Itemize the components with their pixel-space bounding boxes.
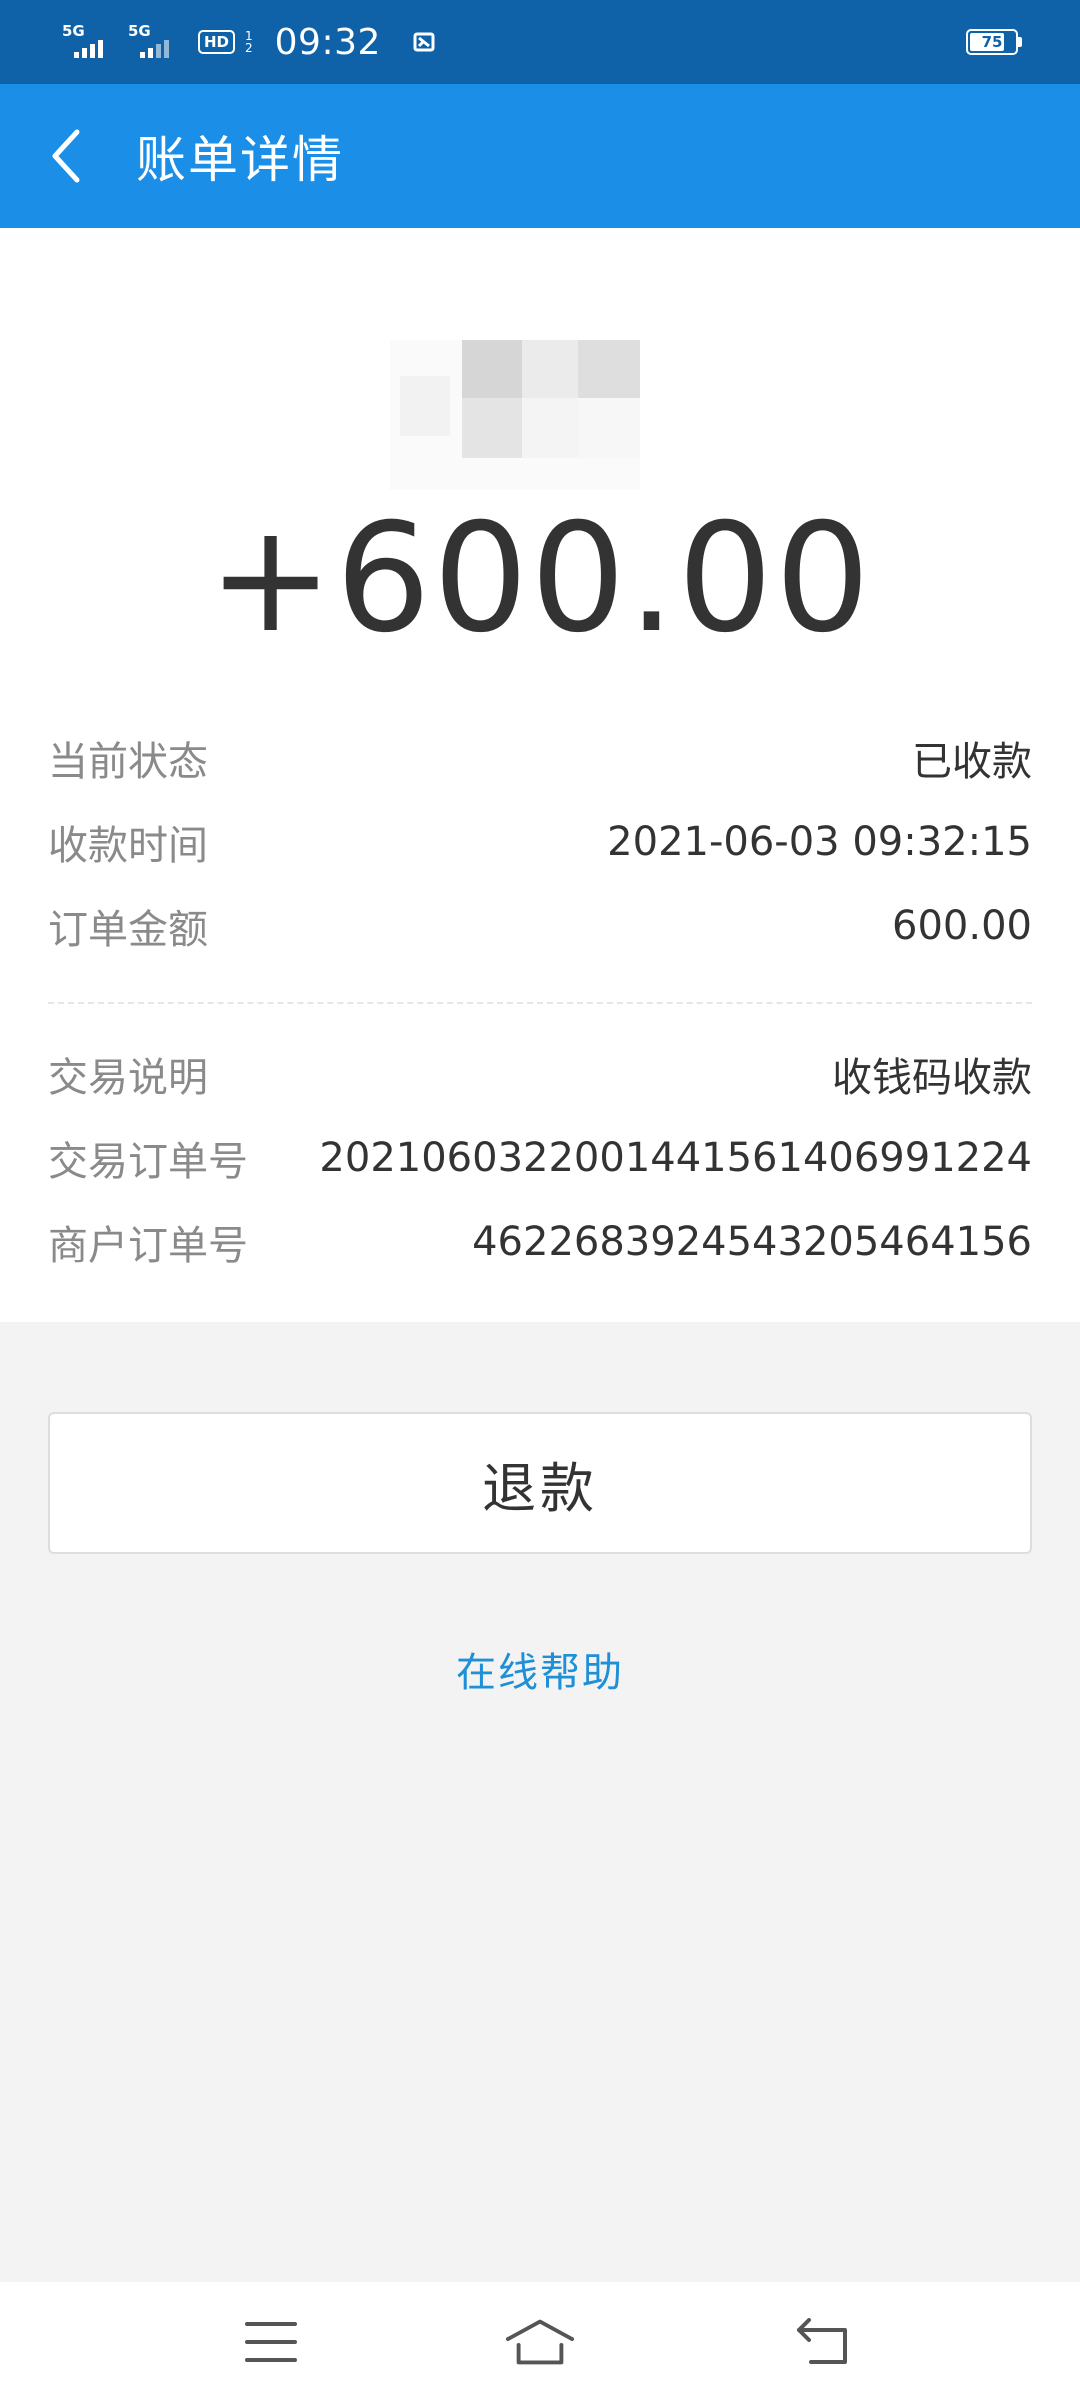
online-help-link[interactable]: 在线帮助: [0, 1640, 1080, 1698]
screenshot-icon: [413, 32, 435, 52]
signal-icon-sim2: 5G: [128, 22, 184, 62]
transaction-amount: +600.00: [207, 492, 873, 666]
detail-row-trade-no: 交易订单号 2021060322001441561406991224: [48, 1128, 1032, 1188]
battery-tip: [1018, 37, 1022, 47]
detail-row-description: 交易说明 收钱码收款: [48, 1044, 1032, 1104]
detail-label: 商户订单号: [48, 1223, 248, 1269]
signal-bars: [140, 40, 169, 58]
status-bar: 5G 5G HD 1 2 09:32 75: [0, 0, 1080, 84]
detail-label: 交易订单号: [48, 1139, 248, 1185]
detail-label: 交易说明: [48, 1055, 208, 1101]
detail-value: 4622683924543205464156: [472, 1219, 1032, 1265]
battery-body: 75: [966, 29, 1018, 55]
detail-row-order-amount: 订单金额 600.00: [48, 896, 1032, 956]
detail-row-time: 收款时间 2021-06-03 09:32:15: [48, 812, 1032, 872]
detail-label: 当前状态: [48, 739, 208, 785]
hd-icon: HD: [198, 30, 236, 54]
app-header: 账单详情: [0, 84, 1080, 228]
signal-icon-sim1: 5G: [62, 22, 118, 62]
network-type-label: 5G: [62, 22, 85, 40]
detail-value: 2021-06-03 09:32:15: [607, 819, 1032, 865]
detail-value: 2021060322001441561406991224: [319, 1135, 1032, 1181]
detail-label: 收款时间: [48, 823, 208, 869]
detail-label: 订单金额: [48, 907, 208, 953]
detail-row-status: 当前状态 已收款: [48, 728, 1032, 788]
network-type-label: 5G: [128, 22, 151, 40]
divider: [48, 1002, 1032, 1004]
battery-level: 75: [981, 33, 1003, 51]
detail-value: 600.00: [892, 903, 1032, 949]
detail-row-merchant-no: 商户订单号 4622683924543205464156: [48, 1212, 1032, 1272]
refund-button[interactable]: 退款: [48, 1412, 1032, 1554]
menu-icon[interactable]: [236, 2312, 306, 2372]
hd-sub-label: 1 2: [245, 30, 253, 54]
detail-value: 已收款: [912, 739, 1032, 785]
signal-bars: [74, 40, 103, 58]
page-title: 账单详情: [136, 131, 344, 189]
navigation-bar: [0, 2282, 1080, 2408]
chevron-left-icon[interactable]: [46, 126, 86, 186]
status-clock: 09:32: [274, 21, 381, 63]
battery-icon: 75: [966, 29, 1022, 55]
home-icon[interactable]: [505, 2312, 575, 2372]
detail-value: 收钱码收款: [832, 1055, 1032, 1101]
status-left: 5G 5G HD 1 2 09:32: [62, 22, 439, 63]
hd-sub-bottom: 2: [245, 41, 253, 55]
back-arrow-icon[interactable]: [788, 2312, 858, 2372]
blurred-avatar: [390, 340, 640, 490]
bill-detail-card: +600.00 当前状态 已收款 收款时间 2021-06-03 09:32:1…: [0, 228, 1080, 1322]
